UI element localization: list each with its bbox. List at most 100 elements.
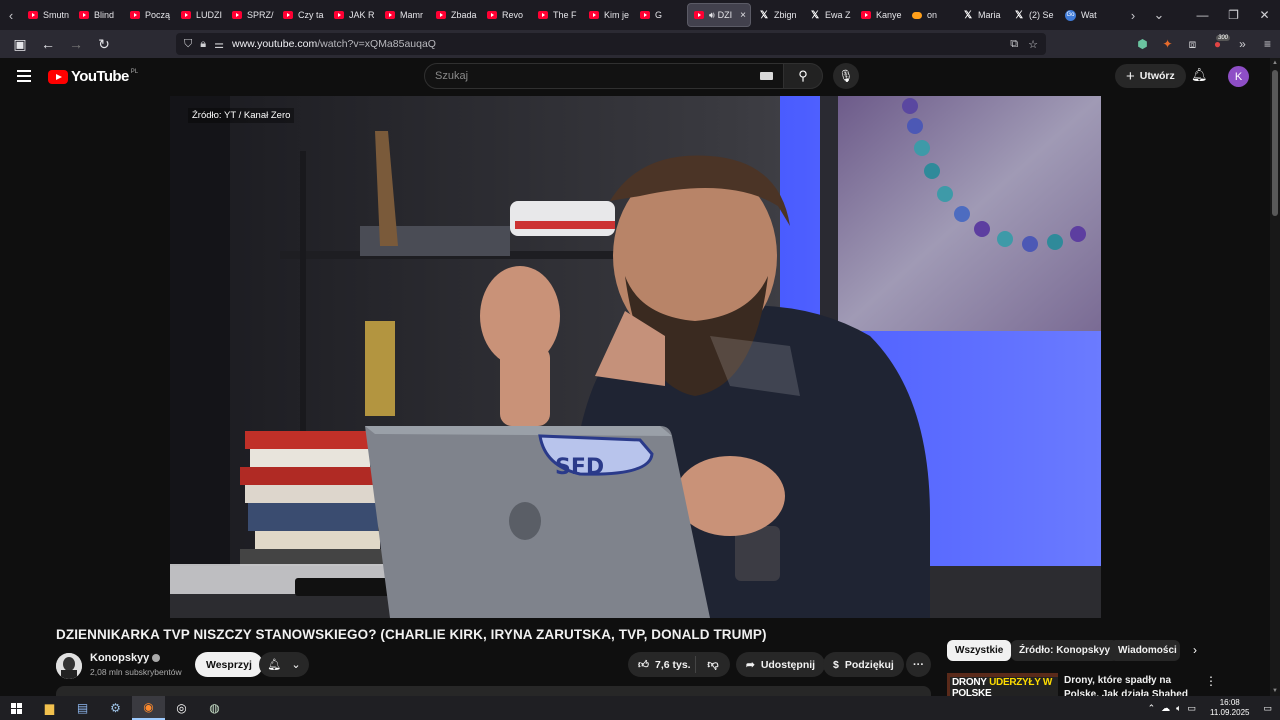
- bookmark-star-icon[interactable]: ☆: [1028, 38, 1038, 51]
- browser-tab[interactable]: Blind: [73, 3, 124, 27]
- search-input[interactable]: Szukaj: [424, 63, 784, 89]
- chips-next-arrow-icon[interactable]: ›: [1193, 643, 1197, 657]
- youtube-favicon-icon: [589, 11, 599, 19]
- restore-button[interactable]: ❐: [1218, 0, 1249, 30]
- browser-tab[interactable]: 𝕏 (2) Se: [1008, 3, 1059, 27]
- forward-button[interactable]: →: [64, 32, 88, 56]
- obs-icon[interactable]: ◎: [165, 696, 198, 720]
- subscription-notifications-button[interactable]: 🔔︎ ⌄: [259, 652, 309, 677]
- shield-extension-icon[interactable]: ⬢: [1130, 37, 1155, 51]
- browser-tab[interactable]: Kim je: [583, 3, 634, 27]
- speaker-icon[interactable]: 🔊︎: [709, 10, 715, 21]
- search-placeholder: Szukaj: [435, 70, 469, 82]
- voice-search-button[interactable]: 🎙︎: [833, 63, 859, 89]
- list-all-tabs-button[interactable]: ⌄: [1148, 0, 1170, 30]
- browser-tab[interactable]: 𝕏 Zbign: [753, 3, 804, 27]
- browser-tab[interactable]: Począ: [124, 3, 175, 27]
- counter-extension-icon[interactable]: ● 300: [1205, 35, 1231, 51]
- tab-label: Revo: [502, 10, 524, 20]
- tabs-scroll-right-button[interactable]: ›: [1122, 0, 1144, 30]
- browser-tab[interactable]: Mamr: [379, 3, 430, 27]
- more-actions-button[interactable]: ···: [906, 652, 931, 677]
- back-button[interactable]: ←: [36, 32, 60, 56]
- file-explorer-icon[interactable]: ▆: [33, 696, 66, 720]
- scrollbar-thumb[interactable]: [1272, 70, 1278, 216]
- create-button[interactable]: + Utwórz: [1115, 64, 1186, 88]
- notification-center-icon[interactable]: ▭: [1263, 703, 1272, 714]
- keyboard-icon[interactable]: [760, 72, 773, 80]
- browser-tab[interactable]: Kanye: [855, 3, 906, 27]
- overflow-menu-icon[interactable]: »: [1230, 37, 1255, 51]
- minimize-button[interactable]: —: [1187, 0, 1218, 30]
- browser-tab[interactable]: SPRZ/: [226, 3, 277, 27]
- start-button[interactable]: [0, 696, 33, 720]
- close-tab-icon[interactable]: ×: [740, 10, 746, 21]
- tab-label: G: [655, 10, 663, 20]
- app-menu-icon[interactable]: ≡: [1255, 37, 1280, 51]
- network-icon[interactable]: ▭: [1188, 703, 1197, 714]
- onedrive-cloud-icon[interactable]: ☁: [1161, 703, 1170, 714]
- youtube-logo[interactable]: YouTube PL: [48, 68, 138, 85]
- browser-tab[interactable]: Czy ta: [277, 3, 328, 27]
- close-window-button[interactable]: ✕: [1249, 0, 1280, 30]
- description-box[interactable]: [56, 686, 931, 696]
- browser-tab[interactable]: LUDZI: [175, 3, 226, 27]
- steam-icon[interactable]: ⚙: [99, 696, 132, 720]
- share-button[interactable]: ➦ Udostępnij: [736, 652, 826, 677]
- scroll-up-arrow-icon[interactable]: ▲: [1272, 60, 1278, 66]
- video-player[interactable]: SFD Źródło: YT / Kanał Zero: [170, 96, 1101, 618]
- taskbar-clock[interactable]: 16:08 11.09.2025: [1210, 698, 1249, 718]
- browser-tab[interactable]: JAK R: [328, 3, 379, 27]
- browser-tab[interactable]: Go Wat: [1059, 3, 1110, 27]
- account-avatar[interactable]: K: [1228, 66, 1249, 87]
- chip-news[interactable]: Wiadomości z: [1110, 640, 1180, 661]
- browser-tab[interactable]: G: [634, 3, 685, 27]
- youtube-favicon-icon: [538, 11, 548, 19]
- youtube-favicon-icon: [28, 11, 38, 19]
- like-button[interactable]: 👍︎ 7,6 tys.: [628, 656, 696, 673]
- windows-logo-icon: [11, 702, 22, 714]
- browser-tab[interactable]: Revo: [481, 3, 532, 27]
- channel-avatar[interactable]: [56, 653, 82, 679]
- youtube-favicon-icon: [385, 11, 395, 19]
- app-globe-icon[interactable]: ◍: [198, 696, 231, 720]
- chip-all[interactable]: Wszystkie: [947, 640, 1012, 661]
- browser-tab[interactable]: Smutn: [22, 3, 73, 27]
- channel-name-link[interactable]: Konopskyy: [90, 652, 161, 664]
- firefox-icon[interactable]: ◉: [132, 696, 165, 720]
- thanks-button[interactable]: $ Podziękuj: [823, 652, 904, 677]
- computer-icon[interactable]: ▤: [66, 696, 99, 720]
- tracking-shield-icon[interactable]: ⛉: [184, 38, 192, 51]
- browser-tab[interactable]: 𝕏 Ewa Z: [804, 3, 855, 27]
- search-button[interactable]: ⚲: [783, 63, 823, 89]
- sidebar-toggle-icon[interactable]: ▣: [8, 32, 32, 56]
- chip-source-channel[interactable]: Źródło: Konopskyy: [1011, 640, 1119, 661]
- tray-overflow-chevron-icon[interactable]: ⌃: [1148, 703, 1156, 714]
- fox-extension-icon[interactable]: ✦: [1155, 37, 1180, 51]
- volume-icon[interactable]: 🔈︎: [1176, 703, 1181, 714]
- plus-icon: +: [1126, 67, 1135, 85]
- browser-tab[interactable]: 𝕏 Maria: [957, 3, 1008, 27]
- tabs-scroll-left-button[interactable]: ‹: [0, 0, 22, 30]
- extensions-puzzle-icon[interactable]: ⧈: [1180, 37, 1205, 52]
- permissions-icon[interactable]: ⚌: [214, 38, 224, 51]
- browser-tab[interactable]: on: [906, 3, 957, 27]
- guide-menu-icon[interactable]: [17, 70, 31, 85]
- picture-in-picture-icon[interactable]: ⧉: [1010, 38, 1018, 51]
- lock-icon[interactable]: 🔒︎: [200, 38, 206, 51]
- active-browser-tab[interactable]: 🔊︎ DZI ×: [687, 3, 751, 27]
- address-bar[interactable]: ⛉ 🔒︎ ⚌ www.youtube.com/watch?v=xQMa85auq…: [176, 33, 1046, 55]
- browser-tab[interactable]: Zbada: [430, 3, 481, 27]
- notifications-bell-icon[interactable]: 🔔︎: [1191, 67, 1208, 83]
- page-scrollbar[interactable]: ▲ ▼: [1270, 58, 1280, 696]
- windows-taskbar: ▆ ▤ ⚙ ◉ ◎ ◍ ⌃ ☁ 🔈︎ ▭ 16:08 11.09.2025 ▭: [0, 696, 1280, 720]
- extension-badge: 300: [1216, 35, 1231, 41]
- dislike-button[interactable]: 👎︎: [696, 658, 730, 671]
- recommendation-thumbnail[interactable]: DRONY UDERZYŁY W POLSKĘ: [947, 673, 1058, 696]
- recommendation-title[interactable]: Drony, które spadły na Polskę. Jak dział…: [1064, 674, 1199, 696]
- browser-tab[interactable]: The F: [532, 3, 583, 27]
- reload-button[interactable]: ↻: [92, 32, 116, 56]
- scroll-down-arrow-icon[interactable]: ▼: [1272, 688, 1278, 694]
- recommendation-menu-icon[interactable]: ⋮: [1205, 674, 1217, 688]
- support-button[interactable]: Wesprzyj: [195, 652, 263, 677]
